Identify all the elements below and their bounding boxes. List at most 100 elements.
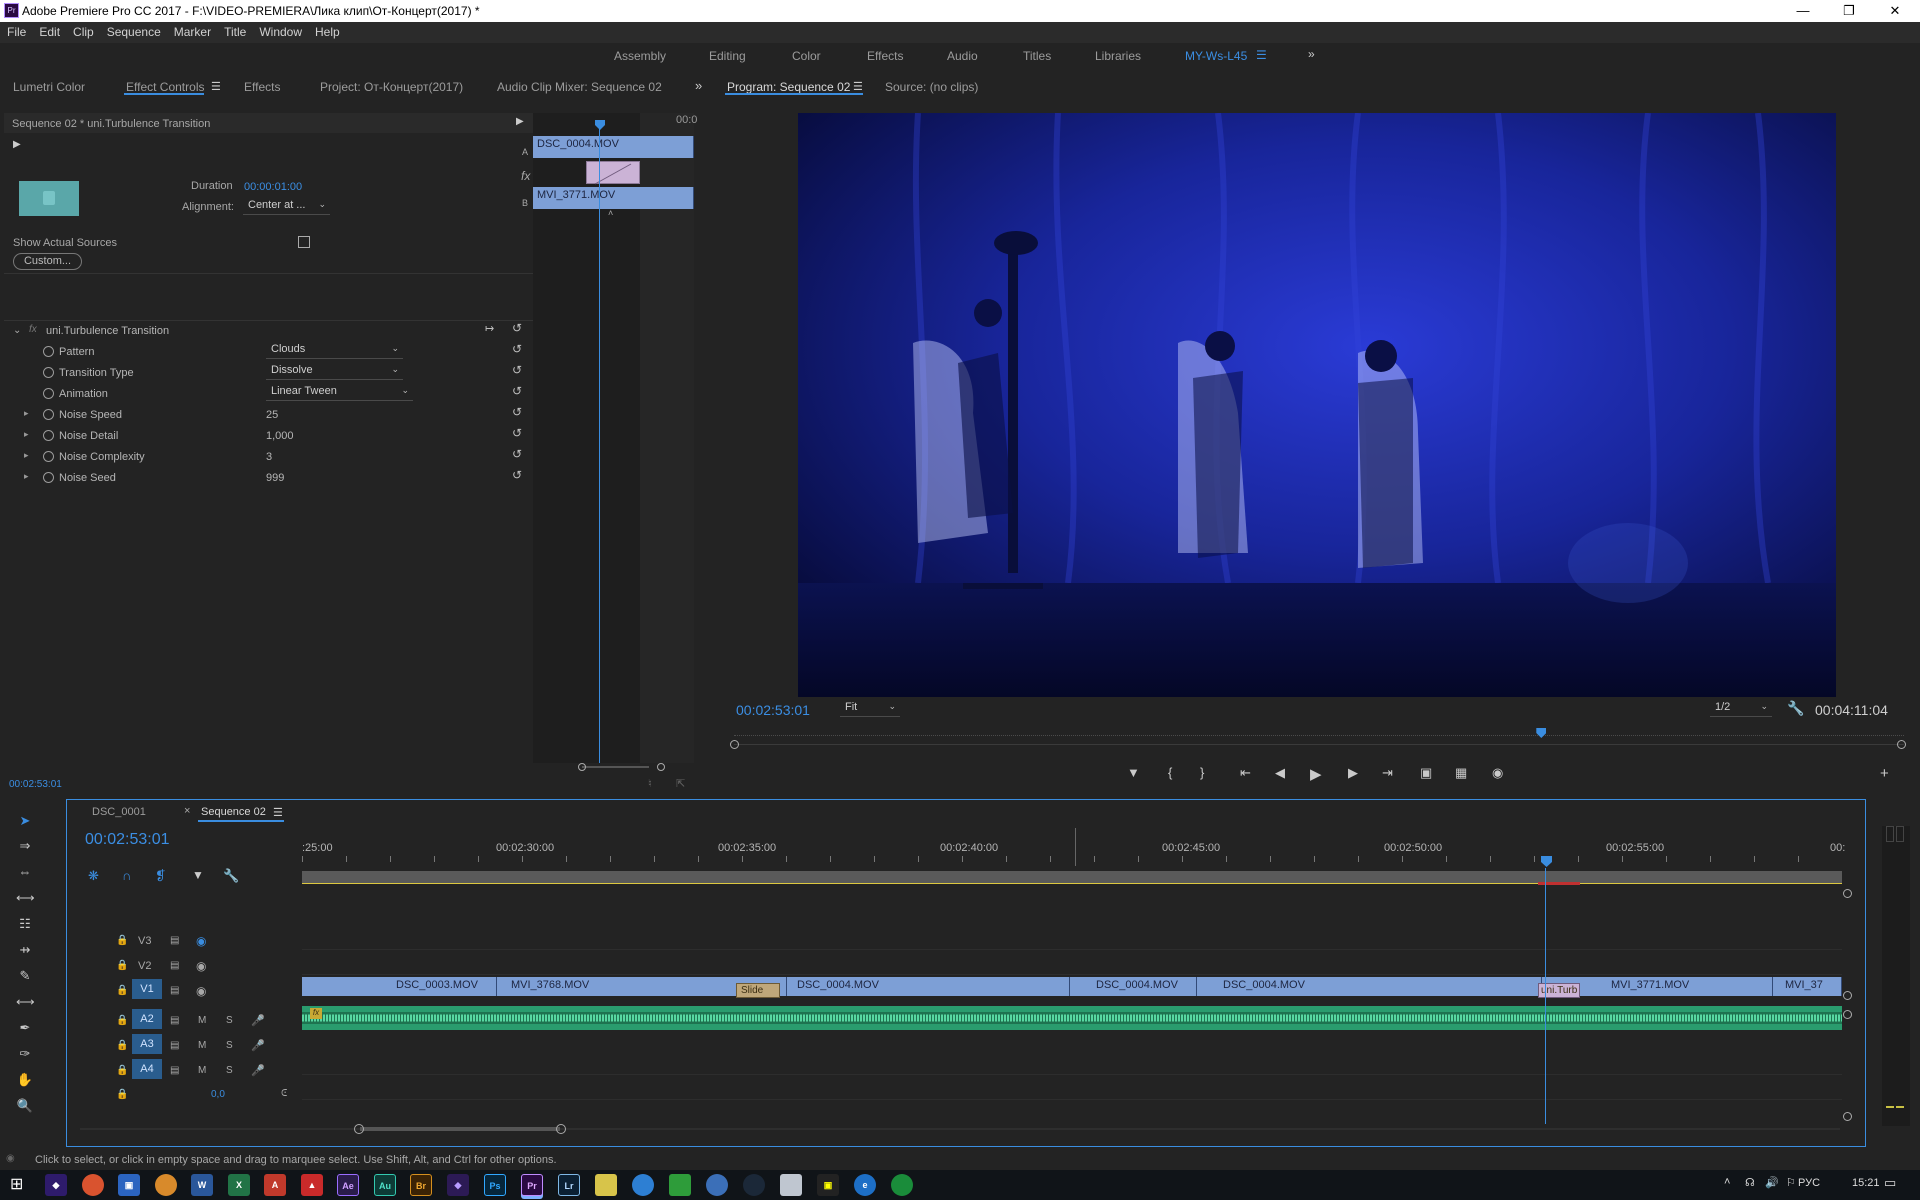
excel-icon[interactable]: X: [228, 1174, 250, 1196]
export-icon[interactable]: ⇱: [676, 777, 685, 790]
workspace-assembly[interactable]: Assembly: [614, 49, 666, 63]
after-effects-icon[interactable]: Ae: [337, 1174, 359, 1196]
play-transition-icon[interactable]: ▶: [13, 139, 21, 150]
play-icon[interactable]: ▶: [1310, 765, 1322, 783]
transition-slide[interactable]: Slide: [736, 983, 780, 998]
reset-param-icon[interactable]: ↺: [512, 426, 522, 440]
collapse-effect-icon[interactable]: ⌄: [13, 325, 21, 336]
action-center-icon[interactable]: ▭: [1884, 1175, 1896, 1191]
workspace-titles[interactable]: Titles: [1023, 49, 1051, 63]
menu-marker[interactable]: Marker: [167, 22, 217, 39]
mini-clip-a[interactable]: DSC_0004.MOV: [533, 136, 694, 158]
track-name-a2[interactable]: A2: [132, 1009, 162, 1029]
lock-icon[interactable]: 🔒: [116, 960, 128, 971]
premiere-icon[interactable]: Pr: [521, 1174, 543, 1196]
film-icon[interactable]: ▣: [817, 1174, 839, 1196]
sync-lock-icon[interactable]: ▤: [170, 935, 179, 946]
audition-icon[interactable]: Au: [374, 1174, 396, 1196]
go-to-out-icon[interactable]: ⇥: [1382, 765, 1393, 781]
microphone-icon[interactable]: 🎤: [251, 1014, 265, 1027]
snap-icon[interactable]: ∩: [122, 868, 131, 883]
tab-effect-controls[interactable]: Effect Controls: [126, 80, 204, 94]
audio-clip-a2[interactable]: fx: [302, 1006, 1842, 1030]
sync-lock-icon[interactable]: ▤: [170, 1015, 179, 1026]
maximize-button[interactable]: ❐: [1826, 0, 1872, 22]
close-button[interactable]: ✕: [1872, 0, 1918, 22]
notification-flag-icon[interactable]: ⚐: [1786, 1176, 1796, 1189]
mute-button[interactable]: M: [198, 1065, 206, 1076]
close-tab-icon[interactable]: ×: [184, 805, 190, 817]
keyframe-toggle-icon[interactable]: ↦: [485, 322, 494, 335]
eye-icon[interactable]: ◉: [196, 984, 206, 998]
timeline-settings-wrench-icon[interactable]: 🔧: [223, 868, 239, 884]
track-name-a3[interactable]: A3: [132, 1034, 162, 1054]
step-forward-icon[interactable]: ▶: [1348, 765, 1358, 781]
fit-dropdown[interactable]: Fit ⌄: [840, 701, 900, 717]
sync-lock-icon[interactable]: ▤: [170, 1040, 179, 1051]
clip-mvi-37[interactable]: MVI_37: [1773, 977, 1842, 996]
utility-icon[interactable]: [891, 1174, 913, 1196]
media-icon[interactable]: [155, 1174, 177, 1196]
reset-effect-icon[interactable]: ↺: [512, 321, 522, 335]
mute-button[interactable]: M: [198, 1040, 206, 1051]
program-scrubber[interactable]: [730, 726, 1906, 750]
minimize-button[interactable]: —: [1780, 0, 1826, 22]
linked-selection-icon[interactable]: ❡: [155, 868, 166, 884]
duration-value[interactable]: 00:00:01:00: [244, 181, 302, 193]
lock-icon[interactable]: 🔒: [116, 935, 128, 946]
workspace-color[interactable]: Color: [792, 49, 821, 63]
track-name-v1[interactable]: V1: [132, 979, 162, 999]
clip-dsc-0004-a[interactable]: DSC_0004.MOV: [787, 977, 1070, 996]
microphone-icon[interactable]: 🎤: [251, 1039, 265, 1052]
menu-help[interactable]: Help: [308, 22, 346, 39]
lock-icon[interactable]: 🔒: [116, 1040, 128, 1051]
menu-edit[interactable]: Edit: [32, 22, 66, 39]
sync-lock-icon[interactable]: ▤: [170, 985, 179, 996]
menu-sequence[interactable]: Sequence: [100, 22, 167, 39]
reset-param-icon[interactable]: ↺: [512, 447, 522, 461]
workspace-audio[interactable]: Audio: [947, 49, 978, 63]
expand-arrow-icon[interactable]: ▸: [24, 408, 29, 419]
resolution-dropdown[interactable]: 1/2 ⌄: [1710, 701, 1772, 717]
timeline-zoom-scroll[interactable]: [80, 1124, 1840, 1134]
param-value[interactable]: 999: [266, 472, 284, 484]
language-indicator[interactable]: РУС: [1798, 1177, 1820, 1189]
program-playhead-icon[interactable]: [1536, 728, 1547, 738]
tray-expand-icon[interactable]: ˄: [1724, 1176, 1730, 1188]
custom-button[interactable]: Custom...: [13, 253, 82, 270]
lightroom-icon[interactable]: Lr: [558, 1174, 580, 1196]
vertical-scroll-handle[interactable]: [1843, 991, 1852, 1000]
effect-controls-timecode[interactable]: 00:02:53:01: [9, 779, 62, 790]
tab-audio-clip-mixer[interactable]: Audio Clip Mixer: Sequence 02: [497, 80, 662, 94]
pen-tool-alt-icon[interactable]: ✑: [16, 1045, 34, 1063]
more-panels-icon[interactable]: »: [695, 78, 702, 93]
eye-icon[interactable]: ◉: [196, 959, 206, 973]
mute-button[interactable]: M: [198, 1015, 206, 1026]
expand-arrow-icon[interactable]: ▸: [24, 471, 29, 482]
step-back-icon[interactable]: ◀: [1275, 765, 1285, 781]
tab-sequence-dsc0001[interactable]: DSC_0001: [92, 806, 146, 818]
save-disk-icon[interactable]: ▣: [118, 1174, 140, 1196]
workspace-libraries[interactable]: Libraries: [1095, 49, 1141, 63]
microphone-icon[interactable]: 🎤: [251, 1064, 265, 1077]
track-name-a4[interactable]: A4: [132, 1059, 162, 1079]
visual-studio-icon[interactable]: ◆: [45, 1174, 67, 1196]
tab-program-sequence[interactable]: Program: Sequence 02: [727, 80, 850, 94]
button-editor-plus-icon[interactable]: +: [1880, 765, 1889, 782]
stopwatch-icon[interactable]: [43, 451, 54, 462]
solo-button[interactable]: S: [226, 1065, 233, 1076]
stopwatch-icon[interactable]: [43, 388, 54, 399]
stopwatch-icon[interactable]: [43, 367, 54, 378]
ripple-edit-tool-icon[interactable]: ⇔: [16, 863, 34, 881]
sync-lock-icon[interactable]: ▤: [170, 1065, 179, 1076]
stopwatch-icon[interactable]: [43, 346, 54, 357]
sync-lock-icon[interactable]: ▤: [170, 960, 179, 971]
steam-icon[interactable]: [743, 1174, 765, 1196]
animation-dropdown[interactable]: Linear Tween ⌄: [266, 385, 413, 401]
photoshop-icon[interactable]: Ps: [484, 1174, 506, 1196]
filter-icon[interactable]: ♮: [648, 777, 652, 790]
effect-controls-menu-icon[interactable]: ☰: [211, 80, 221, 93]
bridge-icon[interactable]: Br: [410, 1174, 432, 1196]
expand-arrow-icon[interactable]: ▸: [24, 429, 29, 440]
vertical-scroll-handle[interactable]: [1843, 889, 1852, 898]
